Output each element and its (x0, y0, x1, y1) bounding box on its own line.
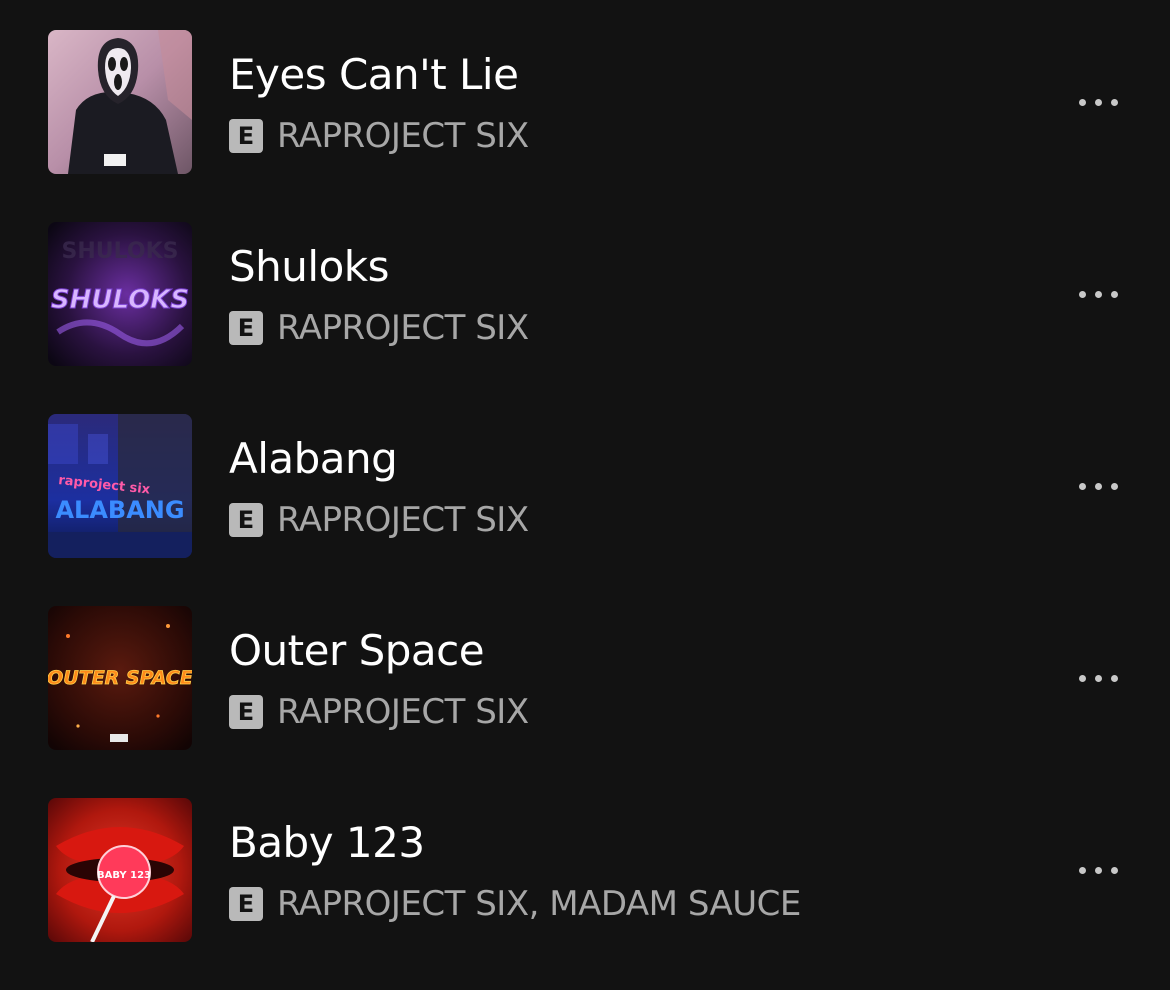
track-subtitle: E RAPROJECT SIX (229, 692, 529, 732)
more-options-button[interactable] (1066, 470, 1130, 502)
cover-text: BABY 123 (97, 870, 151, 881)
more-options-icon (1078, 482, 1086, 490)
track-artist[interactable]: RAPROJECT SIX (277, 500, 529, 540)
more-options-button[interactable] (1066, 662, 1130, 694)
track-artist[interactable]: RAPROJECT SIX (277, 308, 529, 348)
track-row[interactable]: SHULOKS SHULOKS Shuloks E RAPROJECT SIX (0, 222, 1170, 414)
cover-text: SHULOKS (51, 285, 189, 315)
explicit-badge-icon: E (229, 311, 263, 345)
explicit-badge-icon: E (229, 503, 263, 537)
track-list: Eyes Can't Lie E RAPROJECT SIX SHULOKS S… (0, 0, 1170, 962)
more-options-icon (1078, 98, 1086, 106)
more-options-icon (1078, 290, 1086, 298)
track-title[interactable]: Eyes Can't Lie (229, 50, 519, 100)
more-options-button[interactable] (1066, 86, 1130, 118)
album-cover-image (48, 30, 192, 174)
album-cover-image: raproject six ALABANG (48, 414, 192, 558)
track-title[interactable]: Alabang (229, 434, 398, 484)
track-subtitle: E RAPROJECT SIX (229, 116, 529, 156)
track-subtitle: E RAPROJECT SIX (229, 500, 529, 540)
explicit-badge-icon: E (229, 119, 263, 153)
track-title[interactable]: Outer Space (229, 626, 485, 676)
cover-text: SHULOKS (62, 239, 179, 264)
track-subtitle: E RAPROJECT SIX (229, 308, 529, 348)
album-cover-image: OUTER SPACE (48, 606, 192, 750)
explicit-badge-icon: E (229, 887, 263, 921)
track-row[interactable]: OUTER SPACE Outer Space E RAPROJECT SIX (0, 606, 1170, 798)
more-options-button[interactable] (1066, 854, 1130, 886)
cover-text: ALABANG (55, 496, 184, 524)
more-options-icon (1078, 866, 1086, 874)
cover-text: OUTER SPACE (48, 667, 192, 689)
more-options-icon (1078, 674, 1086, 682)
track-row[interactable]: BABY 123 Baby 123 E RAPROJECT SIX, MADAM… (0, 798, 1170, 990)
track-row[interactable]: raproject six ALABANG Alabang E RAPROJEC… (0, 414, 1170, 606)
track-artist[interactable]: RAPROJECT SIX (277, 116, 529, 156)
explicit-badge-icon: E (229, 695, 263, 729)
track-title[interactable]: Baby 123 (229, 818, 425, 868)
track-subtitle: E RAPROJECT SIX, MADAM SAUCE (229, 884, 801, 924)
track-row[interactable]: Eyes Can't Lie E RAPROJECT SIX (0, 30, 1170, 222)
album-cover-image: BABY 123 (48, 798, 192, 942)
track-artist[interactable]: RAPROJECT SIX, MADAM SAUCE (277, 884, 801, 924)
track-artist[interactable]: RAPROJECT SIX (277, 692, 529, 732)
track-title[interactable]: Shuloks (229, 242, 389, 292)
more-options-button[interactable] (1066, 278, 1130, 310)
album-cover-image: SHULOKS SHULOKS (48, 222, 192, 366)
